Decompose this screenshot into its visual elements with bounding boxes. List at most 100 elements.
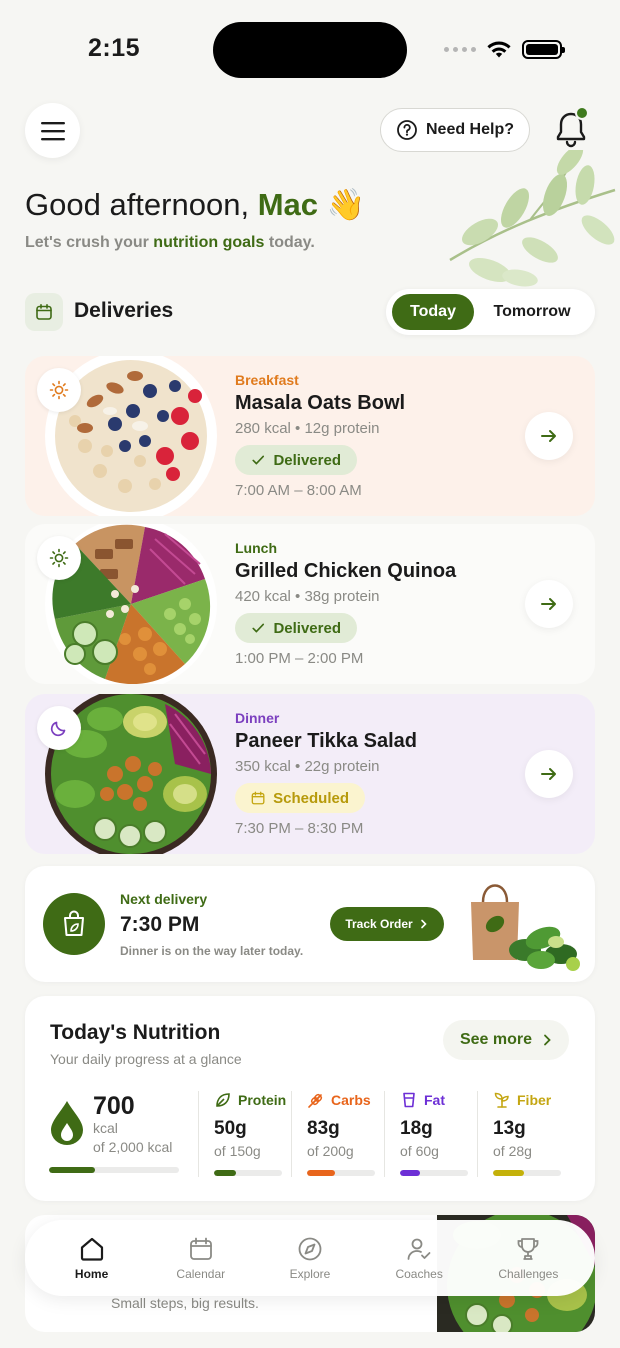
calories-value: 700 bbox=[93, 1092, 135, 1120]
meal-macros: 420 kcal • 38g protein bbox=[235, 588, 380, 605]
calories-progress-bar bbox=[49, 1167, 179, 1173]
nav-calendar[interactable]: Calendar bbox=[153, 1235, 249, 1281]
track-order-label: Track Order bbox=[345, 917, 413, 931]
macro-progress-bar bbox=[214, 1170, 282, 1176]
greeting-heading: Good afternoon, Mac 👋 bbox=[25, 186, 365, 223]
open-meal-button[interactable] bbox=[525, 412, 573, 460]
next-delivery-time: 7:30 PM bbox=[120, 913, 200, 936]
macro-name: Carbs bbox=[331, 1092, 371, 1108]
meal-macros: 280 kcal • 12g protein bbox=[235, 420, 380, 437]
leaves-decoration bbox=[449, 150, 616, 287]
nav-label: Calendar bbox=[176, 1267, 226, 1281]
meal-time: 1:00 PM – 2:00 PM bbox=[235, 650, 364, 667]
meal-card-breakfast[interactable]: Breakfast Masala Oats Bowl 280 kcal • 12… bbox=[25, 356, 595, 516]
signal-icon bbox=[444, 47, 476, 52]
trophy-icon bbox=[517, 1238, 539, 1260]
greeting-prefix: Good afternoon, bbox=[25, 187, 250, 222]
macro-progress-fill bbox=[400, 1170, 421, 1176]
notification-dot bbox=[575, 106, 589, 120]
nav-explore[interactable]: Explore bbox=[262, 1235, 358, 1281]
nav-label: Explore bbox=[289, 1267, 331, 1281]
track-order-button[interactable]: Track Order bbox=[330, 907, 444, 941]
coach-icon bbox=[407, 1238, 431, 1260]
meal-card-dinner[interactable]: Dinner Paneer Tikka Salad 350 kcal • 22g… bbox=[25, 694, 595, 854]
meal-card-lunch[interactable]: Lunch Grilled Chicken Quinoa 420 kcal • … bbox=[25, 524, 595, 684]
status-label: Delivered bbox=[273, 451, 341, 469]
grocery-bag-image bbox=[471, 884, 580, 971]
meal-name: Masala Oats Bowl bbox=[235, 392, 406, 414]
status-time: 2:15 bbox=[88, 34, 141, 62]
macro-progress-bar bbox=[307, 1170, 375, 1176]
macro-fat: Fat 18g of 60g bbox=[400, 1091, 480, 1176]
macro-goal: of 28g bbox=[493, 1143, 532, 1159]
user-name: Mac bbox=[257, 187, 318, 222]
cup-icon bbox=[403, 1092, 415, 1108]
deliveries-calendar-icon bbox=[25, 293, 63, 331]
macro-progress-bar bbox=[493, 1170, 561, 1176]
nav-challenges[interactable]: Challenges bbox=[480, 1235, 576, 1281]
calendar-icon bbox=[251, 791, 265, 805]
meal-type: Breakfast bbox=[235, 372, 299, 388]
arrow-right-icon bbox=[541, 768, 556, 780]
nutrition-title: Today's Nutrition bbox=[50, 1021, 221, 1044]
calories-goal: of 2,000 kcal bbox=[93, 1139, 173, 1155]
macro-value: 18g bbox=[400, 1118, 433, 1139]
dynamic-island bbox=[213, 22, 407, 78]
wave-emoji: 👋 bbox=[326, 187, 366, 222]
chevron-right-icon bbox=[544, 1034, 551, 1046]
macro-value: 13g bbox=[493, 1118, 526, 1139]
nutrition-card: Today's Nutrition Your daily progress at… bbox=[25, 996, 595, 1201]
deliveries-title: Deliveries bbox=[74, 299, 174, 322]
greeting-subline: Let's crush your nutrition goals today. bbox=[25, 234, 315, 252]
macro-fiber: Fiber 13g of 28g bbox=[493, 1091, 573, 1176]
see-more-label: See more bbox=[459, 1031, 533, 1048]
status-icons bbox=[444, 40, 565, 59]
moon-icon bbox=[37, 706, 81, 750]
status-label: Delivered bbox=[273, 619, 341, 637]
flame-icon bbox=[51, 1101, 83, 1145]
nav-coaches[interactable]: Coaches bbox=[371, 1235, 467, 1281]
open-meal-button[interactable] bbox=[525, 580, 573, 628]
open-meal-button[interactable] bbox=[525, 750, 573, 798]
need-help-label: Need Help? bbox=[425, 121, 514, 138]
sun-icon bbox=[37, 536, 81, 580]
macro-progress-bar bbox=[400, 1170, 468, 1176]
meal-name: Grilled Chicken Quinoa bbox=[235, 560, 457, 582]
compass-icon bbox=[298, 1237, 322, 1261]
macro-progress-fill bbox=[214, 1170, 237, 1176]
arrow-right-icon bbox=[541, 598, 556, 610]
need-help-button[interactable]: Need Help? bbox=[380, 108, 530, 152]
nav-label: Challenges bbox=[498, 1267, 559, 1281]
macro-name: Protein bbox=[238, 1092, 287, 1108]
meal-type: Lunch bbox=[235, 540, 277, 556]
meal-time: 7:00 AM – 8:00 AM bbox=[235, 482, 362, 499]
macro-goal: of 200g bbox=[307, 1143, 354, 1159]
macro-protein: Protein 50g of 150g bbox=[214, 1091, 294, 1176]
bottom-nav: Home Calendar Explore Coaches Challenges bbox=[25, 1220, 595, 1296]
tip-subtitle: Small steps, big results. bbox=[111, 1295, 259, 1311]
meal-type: Dinner bbox=[235, 710, 280, 726]
macro-name: Fiber bbox=[517, 1092, 552, 1108]
tab-today[interactable]: Today bbox=[392, 294, 474, 330]
see-more-button[interactable]: See more bbox=[443, 1020, 569, 1060]
macro-name: Fat bbox=[424, 1092, 445, 1108]
meal-name: Paneer Tikka Salad bbox=[235, 730, 417, 752]
check-icon bbox=[252, 455, 265, 465]
nav-home[interactable]: Home bbox=[44, 1235, 140, 1281]
tab-tomorrow[interactable]: Tomorrow bbox=[478, 294, 586, 330]
calories-progress-fill bbox=[49, 1167, 95, 1173]
question-icon bbox=[397, 120, 417, 140]
calendar-icon bbox=[189, 1237, 212, 1260]
divider bbox=[198, 1091, 199, 1177]
sun-icon bbox=[37, 368, 81, 412]
status-badge: Delivered bbox=[235, 613, 357, 643]
macro-progress-fill bbox=[493, 1170, 525, 1176]
nutrition-subtitle: Your daily progress at a glance bbox=[50, 1051, 242, 1067]
menu-button[interactable] bbox=[25, 103, 80, 158]
shopping-bag-icon bbox=[43, 893, 105, 955]
status-badge: Scheduled bbox=[235, 783, 365, 813]
hamburger-icon bbox=[40, 121, 65, 140]
check-icon bbox=[252, 623, 265, 633]
next-delivery-label: Next delivery bbox=[120, 891, 208, 907]
arrow-right-icon bbox=[541, 430, 556, 442]
